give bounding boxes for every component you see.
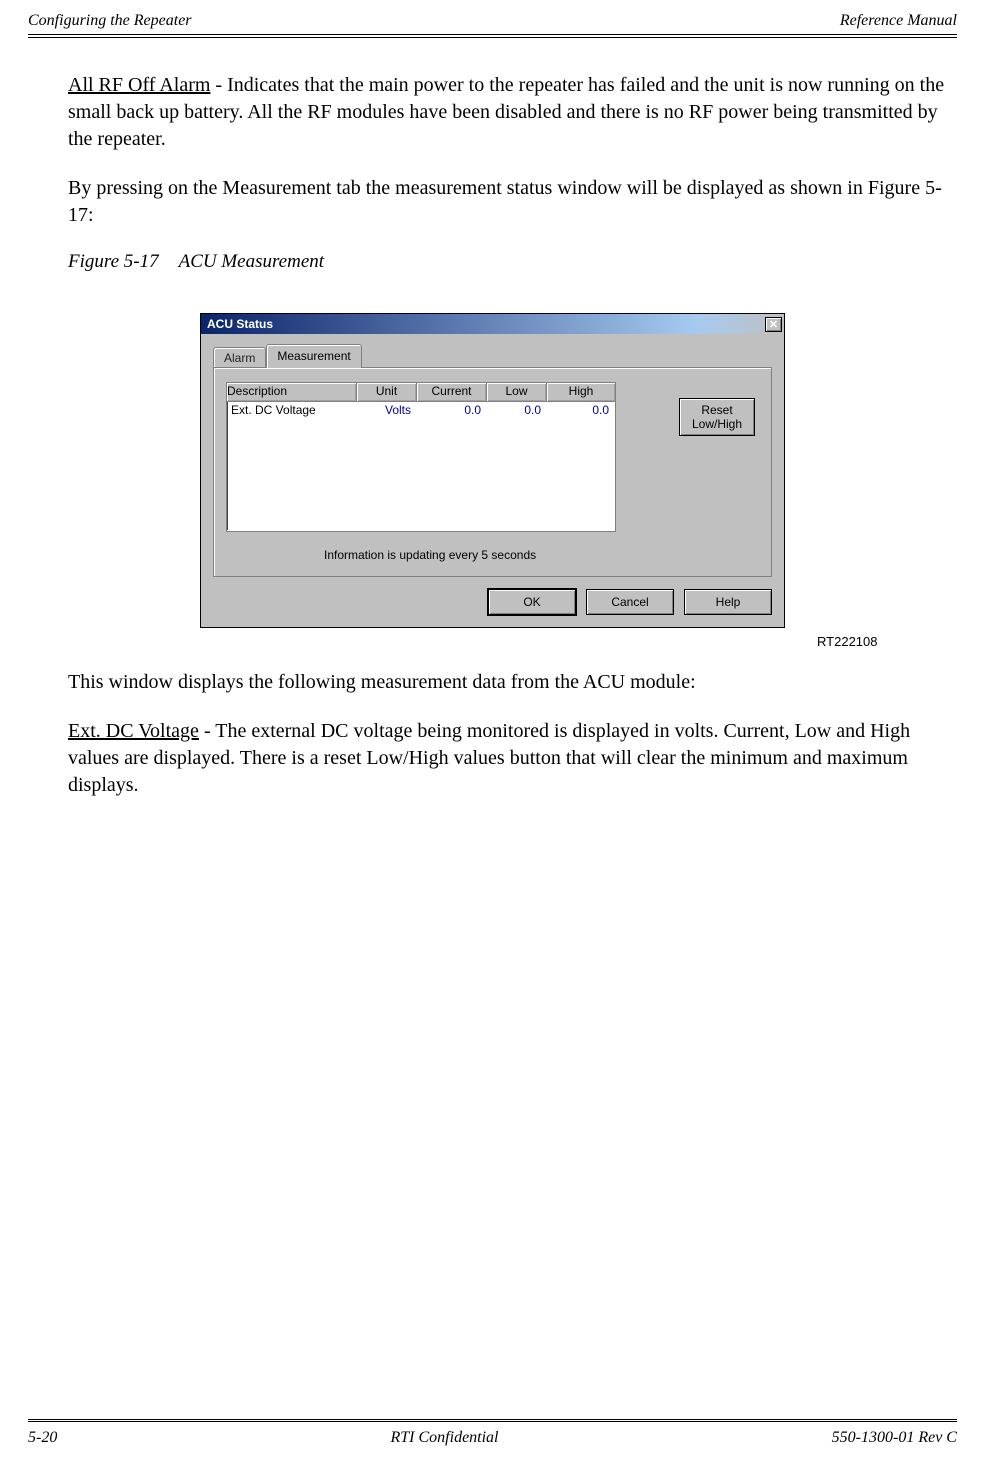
reset-low-high-button[interactable]: Reset Low/High (679, 398, 755, 436)
footer-doc-rev: 550-1300-01 Rev C (832, 1429, 957, 1447)
col-unit[interactable]: Unit (357, 383, 417, 401)
reset-label-line1: Reset (701, 403, 732, 417)
dialog-body: AlarmMeasurement Description Unit Curren… (201, 334, 784, 627)
figure-title: ACU Measurement (179, 251, 324, 272)
table-row: Ext. DC Voltage Volts 0.0 0.0 0.0 (227, 402, 615, 419)
cell-high: 0.0 (547, 402, 615, 419)
update-info-text: Information is updating every 5 seconds (324, 548, 536, 562)
close-button[interactable]: ✕ (765, 317, 782, 332)
measurement-table: Description Unit Current Low High Ext. D… (226, 382, 616, 532)
dialog-titlebar: ACU Status ✕ (201, 314, 784, 334)
tab-measurement[interactable]: Measurement (266, 344, 361, 368)
ok-button[interactable]: OK (488, 589, 576, 615)
reset-label-line2: Low/High (692, 417, 742, 431)
cell-unit: Volts (357, 402, 417, 419)
footer-confidential: RTI Confidential (391, 1429, 499, 1447)
col-low[interactable]: Low (487, 383, 547, 401)
acu-status-dialog: ACU Status ✕ AlarmMeasurement Descriptio… (200, 313, 785, 628)
tab-strip: AlarmMeasurement (213, 344, 772, 368)
cancel-button[interactable]: Cancel (586, 589, 674, 615)
figure-caption: Figure 5-17 ACU Measurement (68, 251, 957, 273)
paragraph-ext-dc-voltage: Ext. DC Voltage - The external DC voltag… (68, 718, 957, 799)
acu-status-dialog-screenshot: ACU Status ✕ AlarmMeasurement Descriptio… (200, 313, 785, 628)
running-header: Configuring the Repeater Reference Manua… (28, 12, 957, 35)
help-button[interactable]: Help (684, 589, 772, 615)
close-icon: ✕ (769, 318, 778, 331)
col-high[interactable]: High (547, 383, 615, 401)
paragraph-all-rf-off: All RF Off Alarm - Indicates that the ma… (68, 72, 957, 153)
figure-label: Figure 5-17 (68, 251, 159, 272)
dialog-title: ACU Status (205, 317, 765, 331)
paragraph-press-measurement: By pressing on the Measurement tab the m… (68, 175, 957, 229)
term-all-rf-off: All RF Off Alarm (68, 74, 210, 96)
paragraph-window-intro: This window displays the following measu… (68, 669, 957, 696)
footer-page-number: 5-20 (28, 1429, 57, 1447)
cell-current: 0.0 (417, 402, 487, 419)
cell-low: 0.0 (487, 402, 547, 419)
dialog-button-row: OK Cancel Help (213, 589, 772, 615)
cell-desc: Ext. DC Voltage (227, 402, 357, 419)
figure-rt-number: RT222108 (108, 634, 878, 649)
term-ext-dc-voltage: Ext. DC Voltage (68, 720, 199, 742)
table-header-row: Description Unit Current Low High (227, 383, 615, 402)
header-underline (28, 37, 957, 38)
col-description[interactable]: Description (227, 383, 357, 401)
running-header-right: Reference Manual (840, 12, 957, 30)
tab-alarm[interactable]: Alarm (213, 347, 266, 369)
col-current[interactable]: Current (417, 383, 487, 401)
page-footer: 5-20 RTI Confidential 550-1300-01 Rev C (28, 1419, 957, 1447)
running-header-left: Configuring the Repeater (28, 12, 192, 30)
tab-panel-measurement: Description Unit Current Low High Ext. D… (213, 367, 772, 577)
